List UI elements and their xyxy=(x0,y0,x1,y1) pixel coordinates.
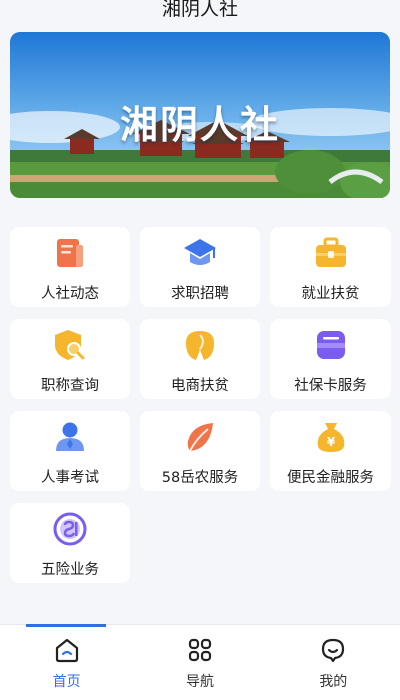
services-grid: 人社动态 求职招聘 就业扶贫 职称查询 电商扶贫 社保卡服务 人事考试 58岳农… xyxy=(10,227,391,583)
tab-navigation[interactable]: 导航 xyxy=(133,625,266,700)
service-tile-insurance[interactable]: 五险业务 xyxy=(10,503,130,583)
news-document-icon xyxy=(57,239,83,267)
card-icon xyxy=(316,331,345,359)
banner-title: 湘阴人社 xyxy=(119,103,280,147)
tab-label: 首页 xyxy=(52,674,81,690)
service-label: 便民金融服务 xyxy=(287,470,374,486)
service-label: 职称查询 xyxy=(41,378,99,394)
tooth-leaf-icon xyxy=(186,331,214,360)
active-tab-indicator xyxy=(26,624,106,627)
briefcase-icon xyxy=(315,237,346,267)
person-icon xyxy=(56,422,84,451)
service-tile-personnel-exam[interactable]: 人事考试 xyxy=(10,411,130,491)
bottom-tab-bar: 首页 导航 我的 xyxy=(0,624,400,700)
service-label: 电商扶贫 xyxy=(171,378,229,394)
svg-text:¥: ¥ xyxy=(326,435,335,449)
tab-profile[interactable]: 我的 xyxy=(267,625,400,700)
si-logo-icon xyxy=(53,512,87,546)
service-tile-jobs[interactable]: 求职招聘 xyxy=(140,227,260,307)
page-title: 湘阴人社 xyxy=(161,0,238,20)
banner-carousel[interactable]: 湘阴人社 xyxy=(10,32,390,198)
leaf-icon xyxy=(187,423,213,452)
tab-label: 导航 xyxy=(185,674,214,690)
service-label: 五险业务 xyxy=(41,562,99,578)
service-tile-finance[interactable]: ¥ 便民金融服务 xyxy=(270,411,391,491)
service-tile-agriculture[interactable]: 58岳农服务 xyxy=(140,411,260,491)
service-label: 人事考试 xyxy=(41,470,99,486)
graduation-cap-icon xyxy=(184,239,216,265)
profile-smile-icon xyxy=(322,638,345,663)
tab-label: 我的 xyxy=(319,674,348,690)
service-tile-social-card[interactable]: 社保卡服务 xyxy=(270,319,391,399)
money-bag-icon: ¥ xyxy=(317,423,344,452)
grid-icon xyxy=(188,638,212,662)
service-tile-title-query[interactable]: 职称查询 xyxy=(10,319,130,399)
service-label: 就业扶贫 xyxy=(301,286,360,302)
service-tile-employment[interactable]: 就业扶贫 xyxy=(270,227,391,307)
home-icon xyxy=(55,638,78,663)
app-header: 湘阴人社 xyxy=(0,0,400,22)
service-label: 社保卡服务 xyxy=(294,378,367,394)
shield-search-icon xyxy=(55,330,85,360)
service-tile-news[interactable]: 人社动态 xyxy=(10,227,130,307)
service-label: 求职招聘 xyxy=(171,286,229,302)
service-tile-ecommerce[interactable]: 电商扶贫 xyxy=(140,319,260,399)
service-label: 人社动态 xyxy=(41,286,99,302)
service-label: 58岳农服务 xyxy=(161,470,239,486)
tab-home[interactable]: 首页 xyxy=(0,624,133,700)
